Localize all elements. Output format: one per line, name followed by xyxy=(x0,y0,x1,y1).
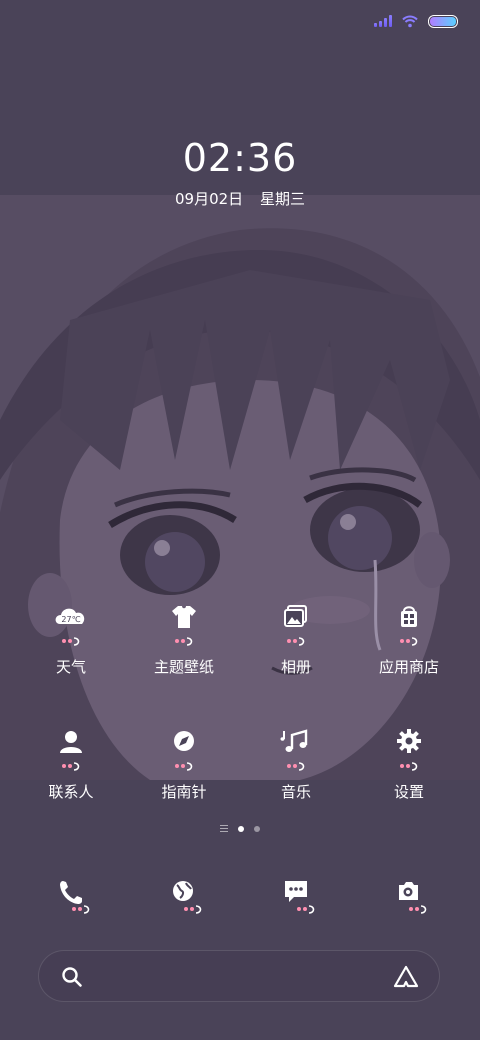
settings-icon xyxy=(397,729,421,753)
app-badge xyxy=(285,761,307,771)
signal-icon xyxy=(374,15,392,27)
app-label: 联系人 xyxy=(48,783,94,801)
app-badge xyxy=(398,761,420,771)
app-compass[interactable]: 指南针 xyxy=(129,727,239,802)
weather-icon: 27℃ xyxy=(55,608,85,624)
contacts-icon xyxy=(60,731,82,753)
music-icon xyxy=(280,729,308,752)
app-music[interactable]: 音乐 xyxy=(241,727,351,802)
app-label: 相册 xyxy=(280,658,311,676)
gallery-icon xyxy=(284,605,307,627)
status-bar xyxy=(374,10,458,32)
date-label: 09月02日 xyxy=(175,190,244,208)
battery-level xyxy=(430,16,456,26)
search-icon[interactable] xyxy=(61,966,83,988)
dock-messages[interactable] xyxy=(266,876,326,916)
phone-icon xyxy=(60,881,90,914)
page-indicator[interactable] xyxy=(0,825,480,832)
dock-camera[interactable] xyxy=(378,876,438,916)
search-bar[interactable] xyxy=(38,950,440,1002)
page-dot-1[interactable] xyxy=(238,825,244,832)
clock-date[interactable]: 09月02日 星期三 xyxy=(0,188,480,209)
page-dot-2[interactable] xyxy=(254,825,260,832)
assistant-icon[interactable] xyxy=(393,965,419,989)
app-badge xyxy=(173,636,195,646)
messages-icon xyxy=(285,881,315,914)
app-label: 音乐 xyxy=(280,783,311,801)
minus-one-screen-icon[interactable] xyxy=(220,825,228,832)
browser-icon xyxy=(173,881,202,914)
app-label: 主题壁纸 xyxy=(153,658,214,676)
app-badge xyxy=(60,761,82,771)
app-store[interactable]: 应用商店 xyxy=(354,602,464,677)
tshirt-icon xyxy=(172,606,196,628)
app-settings[interactable]: 设置 xyxy=(354,727,464,802)
dock-phone[interactable] xyxy=(41,876,101,916)
app-label: 指南针 xyxy=(161,783,207,801)
compass-icon xyxy=(174,731,194,751)
app-badge xyxy=(398,636,420,646)
app-themes[interactable]: 主题壁纸 xyxy=(129,602,239,677)
weekday-label: 星期三 xyxy=(259,190,305,208)
app-label: 应用商店 xyxy=(378,658,439,676)
app-label: 设置 xyxy=(393,783,424,801)
app-contacts[interactable]: 联系人 xyxy=(16,727,126,802)
app-label: 天气 xyxy=(55,658,86,676)
app-store-icon xyxy=(401,606,417,627)
weather-temp: 27℃ xyxy=(61,615,80,624)
wifi-icon xyxy=(402,15,418,27)
app-badge xyxy=(173,761,195,771)
app-badge xyxy=(60,636,82,646)
app-gallery[interactable]: 相册 xyxy=(241,602,351,677)
battery-icon xyxy=(428,14,458,28)
app-badge xyxy=(285,636,307,646)
clock-time[interactable]: 02:36 xyxy=(0,136,480,180)
camera-icon xyxy=(399,882,427,914)
app-weather[interactable]: 27℃ 天气 xyxy=(16,602,126,677)
dock-browser[interactable] xyxy=(153,876,213,916)
